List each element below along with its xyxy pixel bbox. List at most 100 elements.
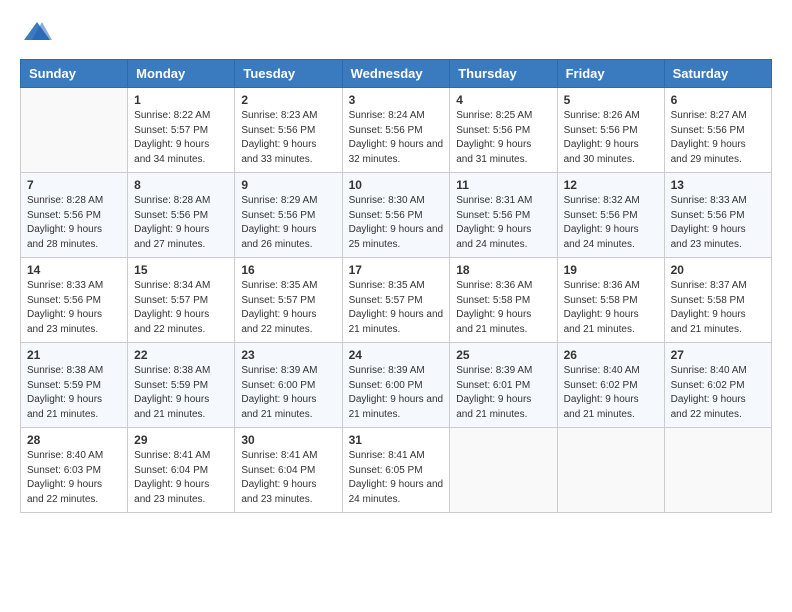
day-header-thursday: Thursday — [450, 60, 557, 88]
day-number: 22 — [134, 348, 228, 362]
calendar-cell: 5 Sunrise: 8:26 AMSunset: 5:56 PMDaylight… — [557, 88, 664, 173]
day-info: Sunrise: 8:37 AMSunset: 5:58 PMDaylight:… — [671, 279, 765, 337]
calendar-header-row: SundayMondayTuesdayWednesdayThursdayFrid… — [21, 60, 772, 88]
calendar-cell: 9 Sunrise: 8:29 AMSunset: 5:56 PMDaylight… — [235, 173, 342, 258]
day-info: Sunrise: 8:41 AMSunset: 6:05 PMDaylight:… — [349, 449, 444, 507]
calendar-cell: 29 Sunrise: 8:41 AMSunset: 6:04 PMDayligh… — [128, 428, 235, 513]
day-number: 6 — [671, 93, 765, 107]
day-info: Sunrise: 8:35 AMSunset: 5:57 PMDaylight:… — [241, 279, 335, 337]
day-info: Sunrise: 8:39 AMSunset: 6:00 PMDaylight:… — [349, 364, 444, 422]
calendar: SundayMondayTuesdayWednesdayThursdayFrid… — [20, 59, 772, 513]
calendar-cell: 30 Sunrise: 8:41 AMSunset: 6:04 PMDayligh… — [235, 428, 342, 513]
day-number: 29 — [134, 433, 228, 447]
logo-icon — [22, 20, 52, 44]
calendar-week-row: 28 Sunrise: 8:40 AMSunset: 6:03 PMDayligh… — [21, 428, 772, 513]
day-number: 26 — [564, 348, 658, 362]
calendar-cell: 21 Sunrise: 8:38 AMSunset: 5:59 PMDayligh… — [21, 343, 128, 428]
calendar-cell: 10Sunrise: 8:30 AMSunset: 5:56 PMDayligh… — [342, 173, 450, 258]
day-info: Sunrise: 8:27 AMSunset: 5:56 PMDaylight:… — [671, 109, 765, 167]
calendar-week-row: 14 Sunrise: 8:33 AMSunset: 5:56 PMDayligh… — [21, 258, 772, 343]
day-info: Sunrise: 8:40 AMSunset: 6:02 PMDaylight:… — [671, 364, 765, 422]
day-number: 16 — [241, 263, 335, 277]
day-number: 17 — [349, 263, 444, 277]
calendar-cell: 17 Sunrise: 8:35 AMSunset: 5:57 PMDayligh… — [342, 258, 450, 343]
day-number: 4 — [456, 93, 550, 107]
day-info: Sunrise: 8:38 AMSunset: 5:59 PMDaylight:… — [134, 364, 228, 422]
day-header-saturday: Saturday — [664, 60, 771, 88]
day-number: 30 — [241, 433, 335, 447]
day-info: Sunrise: 8:32 AMSunset: 5:56 PMDaylight:… — [564, 194, 658, 252]
calendar-cell: 11Sunrise: 8:31 AMSunset: 5:56 PMDayligh… — [450, 173, 557, 258]
calendar-cell: 26 Sunrise: 8:40 AMSunset: 6:02 PMDayligh… — [557, 343, 664, 428]
calendar-cell — [21, 88, 128, 173]
day-number: 14 — [27, 263, 121, 277]
calendar-cell: 27 Sunrise: 8:40 AMSunset: 6:02 PMDayligh… — [664, 343, 771, 428]
day-info: Sunrise: 8:34 AMSunset: 5:57 PMDaylight:… — [134, 279, 228, 337]
day-number: 9 — [241, 178, 335, 192]
day-info: Sunrise: 8:36 AMSunset: 5:58 PMDaylight:… — [564, 279, 658, 337]
day-number: 20 — [671, 263, 765, 277]
calendar-cell: 4 Sunrise: 8:25 AMSunset: 5:56 PMDaylight… — [450, 88, 557, 173]
calendar-cell: 13Sunrise: 8:33 AMSunset: 5:56 PMDayligh… — [664, 173, 771, 258]
calendar-cell: 16 Sunrise: 8:35 AMSunset: 5:57 PMDayligh… — [235, 258, 342, 343]
calendar-cell: 20 Sunrise: 8:37 AMSunset: 5:58 PMDayligh… — [664, 258, 771, 343]
calendar-cell: 7 Sunrise: 8:28 AMSunset: 5:56 PMDaylight… — [21, 173, 128, 258]
day-header-friday: Friday — [557, 60, 664, 88]
calendar-cell: 25Sunrise: 8:39 AMSunset: 6:01 PMDayligh… — [450, 343, 557, 428]
calendar-cell: 8Sunrise: 8:28 AMSunset: 5:56 PMDaylight… — [128, 173, 235, 258]
day-header-wednesday: Wednesday — [342, 60, 450, 88]
day-number: 19 — [564, 263, 658, 277]
day-info: Sunrise: 8:28 AMSunset: 5:56 PMDaylight:… — [27, 194, 121, 252]
header — [20, 20, 772, 49]
day-info: Sunrise: 8:41 AMSunset: 6:04 PMDaylight:… — [134, 449, 228, 507]
day-info: Sunrise: 8:38 AMSunset: 5:59 PMDaylight:… — [27, 364, 121, 422]
calendar-week-row: 1 Sunrise: 8:22 AMSunset: 5:57 PMDaylight… — [21, 88, 772, 173]
calendar-cell: 23Sunrise: 8:39 AMSunset: 6:00 PMDayligh… — [235, 343, 342, 428]
calendar-cell: 6 Sunrise: 8:27 AMSunset: 5:56 PMDaylight… — [664, 88, 771, 173]
calendar-cell: 22 Sunrise: 8:38 AMSunset: 5:59 PMDayligh… — [128, 343, 235, 428]
day-info: Sunrise: 8:41 AMSunset: 6:04 PMDaylight:… — [241, 449, 335, 507]
day-info: Sunrise: 8:33 AMSunset: 5:56 PMDaylight:… — [671, 194, 765, 252]
day-number: 27 — [671, 348, 765, 362]
calendar-cell: 12Sunrise: 8:32 AMSunset: 5:56 PMDayligh… — [557, 173, 664, 258]
day-number: 18 — [456, 263, 550, 277]
day-info: Sunrise: 8:28 AMSunset: 5:56 PMDaylight:… — [134, 194, 228, 252]
day-number: 28 — [27, 433, 121, 447]
day-number: 31 — [349, 433, 444, 447]
calendar-cell: 15 Sunrise: 8:34 AMSunset: 5:57 PMDayligh… — [128, 258, 235, 343]
day-number: 21 — [27, 348, 121, 362]
day-info: Sunrise: 8:25 AMSunset: 5:56 PMDaylight:… — [456, 109, 550, 167]
calendar-week-row: 21 Sunrise: 8:38 AMSunset: 5:59 PMDayligh… — [21, 343, 772, 428]
day-info: Sunrise: 8:35 AMSunset: 5:57 PMDaylight:… — [349, 279, 444, 337]
calendar-cell — [664, 428, 771, 513]
day-info: Sunrise: 8:31 AMSunset: 5:56 PMDaylight:… — [456, 194, 550, 252]
calendar-cell: 28 Sunrise: 8:40 AMSunset: 6:03 PMDayligh… — [21, 428, 128, 513]
calendar-cell: 24 Sunrise: 8:39 AMSunset: 6:00 PMDayligh… — [342, 343, 450, 428]
calendar-cell: 14 Sunrise: 8:33 AMSunset: 5:56 PMDayligh… — [21, 258, 128, 343]
day-info: Sunrise: 8:22 AMSunset: 5:57 PMDaylight:… — [134, 109, 228, 167]
day-number: 5 — [564, 93, 658, 107]
calendar-cell: 1 Sunrise: 8:22 AMSunset: 5:57 PMDaylight… — [128, 88, 235, 173]
calendar-cell — [557, 428, 664, 513]
calendar-cell: 18 Sunrise: 8:36 AMSunset: 5:58 PMDayligh… — [450, 258, 557, 343]
day-info: Sunrise: 8:30 AMSunset: 5:56 PMDaylight:… — [349, 194, 444, 252]
day-number: 3 — [349, 93, 444, 107]
day-header-monday: Monday — [128, 60, 235, 88]
day-header-tuesday: Tuesday — [235, 60, 342, 88]
day-info: Sunrise: 8:33 AMSunset: 5:56 PMDaylight:… — [27, 279, 121, 337]
day-info: Sunrise: 8:29 AMSunset: 5:56 PMDaylight:… — [241, 194, 335, 252]
day-info: Sunrise: 8:23 AMSunset: 5:56 PMDaylight:… — [241, 109, 335, 167]
day-info: Sunrise: 8:24 AMSunset: 5:56 PMDaylight:… — [349, 109, 444, 167]
day-number: 7 — [27, 178, 121, 192]
day-info: Sunrise: 8:40 AMSunset: 6:03 PMDaylight:… — [27, 449, 121, 507]
calendar-week-row: 7 Sunrise: 8:28 AMSunset: 5:56 PMDaylight… — [21, 173, 772, 258]
day-info: Sunrise: 8:26 AMSunset: 5:56 PMDaylight:… — [564, 109, 658, 167]
day-number: 24 — [349, 348, 444, 362]
day-info: Sunrise: 8:40 AMSunset: 6:02 PMDaylight:… — [564, 364, 658, 422]
day-number: 15 — [134, 263, 228, 277]
calendar-cell: 2 Sunrise: 8:23 AMSunset: 5:56 PMDaylight… — [235, 88, 342, 173]
day-info: Sunrise: 8:36 AMSunset: 5:58 PMDaylight:… — [456, 279, 550, 337]
day-number: 25 — [456, 348, 550, 362]
day-number: 2 — [241, 93, 335, 107]
day-number: 1 — [134, 93, 228, 107]
